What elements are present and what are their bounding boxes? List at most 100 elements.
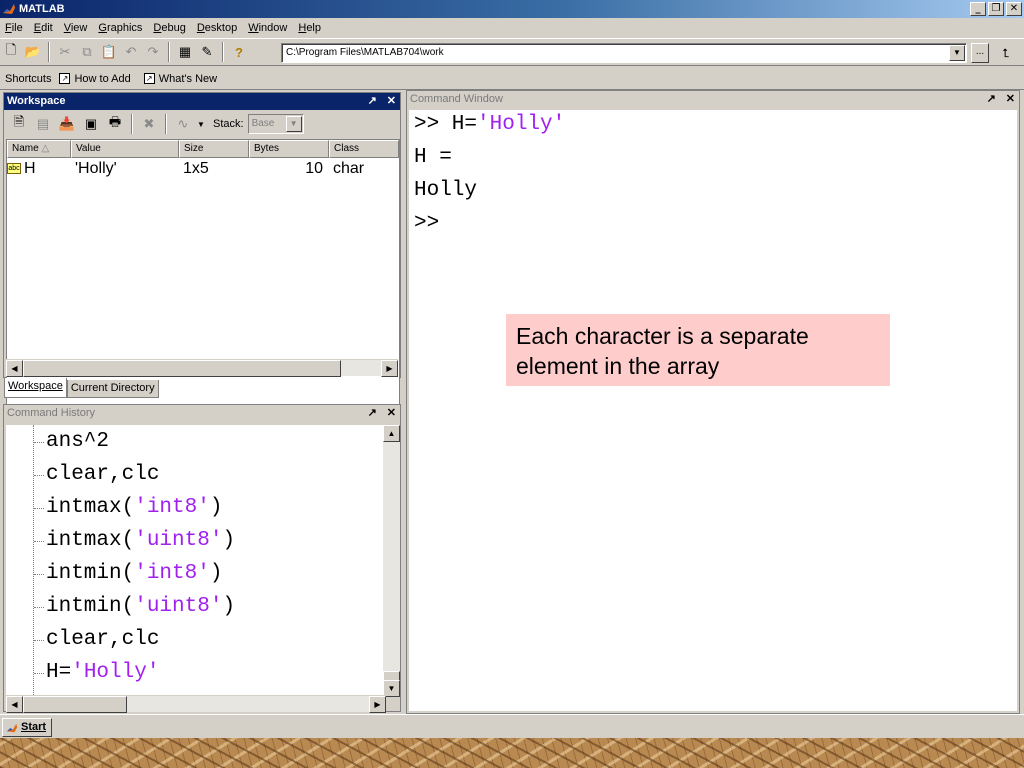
chevron-down-icon[interactable]: ▼: [285, 116, 302, 132]
minimize-icon[interactable]: _: [970, 2, 986, 16]
history-entry[interactable]: intmax('uint8'): [33, 529, 235, 552]
scroll-left-icon[interactable]: ◀: [6, 696, 23, 713]
scroll-right-icon[interactable]: ▶: [369, 696, 386, 713]
history-entry[interactable]: H='Holly': [33, 661, 159, 684]
toolbar-separator: [131, 114, 133, 134]
simulink-icon[interactable]: ▦: [174, 41, 196, 63]
sort-ascending-icon: △: [41, 143, 50, 154]
scroll-left-icon[interactable]: ◀: [6, 360, 23, 377]
save-workspace-icon[interactable]: ▣: [79, 113, 103, 135]
tab-current-directory[interactable]: Current Directory: [66, 380, 159, 398]
window-controls: _ ❐ ✕: [970, 2, 1022, 16]
workspace-header[interactable]: Workspace ↗ ✕: [4, 93, 400, 110]
column-header-bytes[interactable]: Bytes: [249, 140, 329, 158]
history-entry[interactable]: clear,clc: [33, 628, 159, 651]
shortcuts-bar: Shortcuts ↗ How to Add ↗ What's New: [0, 68, 1024, 90]
undock-icon[interactable]: ↗: [987, 91, 996, 108]
matlab-logo-icon: [2, 2, 16, 16]
console-line: >>: [414, 212, 439, 235]
history-string-literal: 'int8': [134, 496, 210, 519]
history-entry[interactable]: ans^2: [33, 430, 109, 453]
column-header-size[interactable]: Size: [179, 140, 249, 158]
chevron-down-icon[interactable]: ▼: [949, 45, 965, 61]
column-header-name[interactable]: Name △: [7, 140, 71, 158]
tab-workspace[interactable]: Workspace: [4, 378, 67, 398]
column-header-class[interactable]: Class: [329, 140, 399, 158]
menu-window[interactable]: Window: [243, 22, 292, 34]
history-entry[interactable]: intmin('uint8'): [33, 595, 235, 618]
paste-icon[interactable]: 📋: [98, 41, 120, 63]
console-code: H =: [414, 146, 452, 169]
undock-icon[interactable]: ↗: [368, 405, 377, 422]
title-bar[interactable]: MATLAB _ ❐ ✕: [0, 0, 1024, 18]
scroll-right-icon[interactable]: ▶: [381, 360, 398, 377]
table-row[interactable]: abc H 'Holly' 1x5 10 char: [7, 158, 399, 180]
history-horizontal-scrollbar[interactable]: ◀ ▶: [6, 695, 386, 713]
column-header-value[interactable]: Value: [71, 140, 179, 158]
history-code: H=: [46, 661, 72, 684]
plot-selection-icon[interactable]: ∿: [171, 113, 195, 135]
console-code: >>: [414, 212, 440, 235]
command-window-header[interactable]: Command Window ↗ ✕: [407, 91, 1019, 108]
new-file-icon[interactable]: 🗋: [0, 41, 22, 63]
history-vertical-scrollbar[interactable]: ▲ ▼: [383, 425, 400, 697]
plot-dropdown-icon[interactable]: ▼: [195, 113, 207, 135]
history-entry[interactable]: intmin('int8'): [33, 562, 222, 585]
close-icon[interactable]: ✕: [387, 405, 396, 422]
up-directory-icon[interactable]: ⮤: [995, 43, 1017, 63]
matlab-desktop: MATLAB _ ❐ ✕ File Edit View Graphics Debug De…: [0, 0, 1024, 768]
undo-icon[interactable]: ↶: [120, 41, 142, 63]
stack-label: Stack:: [213, 118, 244, 130]
stack-select[interactable]: Base ▼: [247, 114, 304, 134]
restore-icon[interactable]: ❐: [988, 2, 1004, 16]
menu-file[interactable]: File: [0, 22, 28, 34]
menu-help[interactable]: Help: [293, 22, 326, 34]
menu-edit[interactable]: Edit: [29, 22, 58, 34]
workspace-toolbar: 🗎 ▤ 📥 ▣ 🖶 ✖ ∿ ▼ Stack: Base ▼: [4, 111, 400, 137]
close-icon[interactable]: ✕: [1006, 2, 1022, 16]
shortcut-whats-new[interactable]: ↗ What's New: [143, 73, 217, 85]
char-variable-icon: abc: [7, 163, 21, 175]
undock-icon[interactable]: ↗: [368, 93, 377, 110]
history-entry[interactable]: intmax('int8'): [33, 496, 222, 519]
menu-view[interactable]: View: [59, 22, 93, 34]
new-variable-icon[interactable]: 🗎: [7, 113, 31, 135]
panel-controls: ↗ ✕: [987, 91, 1015, 108]
import-data-icon[interactable]: 📥: [55, 113, 79, 135]
scroll-up-icon[interactable]: ▲: [383, 425, 400, 442]
redo-icon[interactable]: ↷: [142, 41, 164, 63]
guide-icon[interactable]: ✎: [196, 41, 218, 63]
cut-icon[interactable]: ✂: [54, 41, 76, 63]
current-directory-field[interactable]: C:\Program Files\MATLAB704\work ▼: [281, 43, 967, 63]
delete-variable-icon[interactable]: ✖: [137, 113, 161, 135]
desktop-wallpaper: [0, 738, 1024, 768]
menu-desktop[interactable]: Desktop: [192, 22, 242, 34]
menu-graphics[interactable]: Graphics: [93, 22, 147, 34]
close-icon[interactable]: ✕: [1006, 91, 1015, 108]
history-entry[interactable]: clear,clc: [33, 463, 159, 486]
command-history-title: Command History: [7, 407, 96, 419]
workspace-horizontal-scrollbar[interactable]: ◀ ▶: [6, 359, 398, 377]
command-history-list[interactable]: ans^2 clear,clc intmax('int8') intmax('uint…: [6, 425, 386, 697]
variable-class: char: [333, 160, 365, 177]
command-history-header[interactable]: Command History ↗ ✕: [4, 405, 400, 422]
history-tree-line: [33, 425, 34, 697]
shortcut-how-to-add[interactable]: ↗ How to Add: [59, 73, 131, 85]
print-icon[interactable]: 🖶: [103, 113, 127, 135]
command-window-console[interactable]: Each character is a separate element in …: [409, 110, 1017, 711]
scrollbar-thumb[interactable]: [23, 360, 341, 377]
window-title: MATLAB: [19, 3, 65, 15]
open-folder-icon[interactable]: 📂: [22, 41, 44, 63]
start-button[interactable]: Start: [2, 718, 52, 737]
close-icon[interactable]: ✕: [387, 93, 396, 110]
history-code: intmax(: [46, 496, 135, 519]
history-string-literal: 'uint8': [134, 529, 223, 552]
copy-icon[interactable]: ⧉: [76, 41, 98, 63]
menu-debug[interactable]: Debug: [148, 22, 190, 34]
help-icon[interactable]: ?: [228, 41, 250, 63]
browse-directory-button[interactable]: ...: [971, 43, 989, 63]
open-selection-icon[interactable]: ▤: [31, 113, 55, 135]
panel-controls: ↗ ✕: [368, 405, 396, 422]
menu-bar: File Edit View Graphics Debug Desktop Window He…: [0, 18, 1024, 38]
scrollbar-thumb[interactable]: [23, 696, 127, 713]
